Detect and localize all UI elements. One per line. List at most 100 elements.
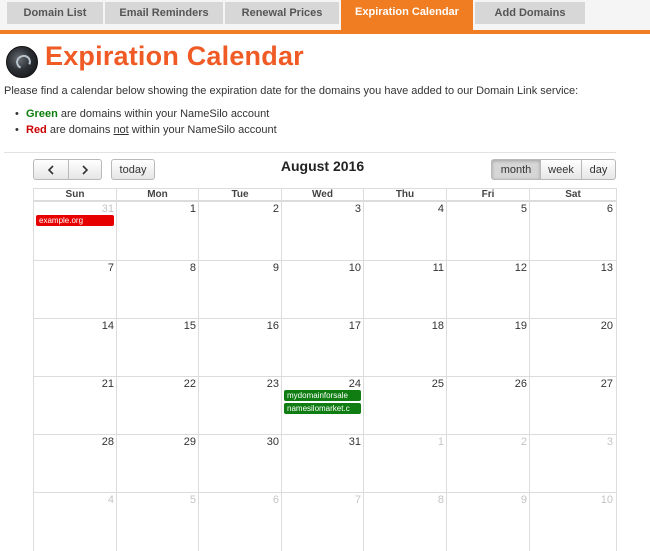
day-cell[interactable]: 31 (33, 201, 117, 261)
day-cell[interactable]: 7 (281, 492, 364, 551)
weekday-header: Fri (446, 188, 530, 201)
day-number: 15 (183, 320, 196, 332)
day-cell[interactable]: 6 (529, 201, 617, 261)
tab-email-reminders[interactable]: Email Reminders (105, 2, 223, 24)
calendar-event[interactable]: mydomainforsale (284, 390, 361, 401)
day-cell[interactable]: 9 (198, 260, 282, 319)
day-number: 2 (520, 436, 527, 448)
day-cell[interactable]: 5 (446, 201, 530, 261)
day-number: 29 (183, 436, 196, 448)
day-cell[interactable]: 30 (198, 434, 282, 493)
day-number: 11 (432, 262, 444, 274)
weekday-header: Sun (33, 188, 117, 201)
legend-red-text-before: are domains (46, 124, 114, 136)
weekday-header: Wed (281, 188, 364, 201)
day-cell[interactable]: 9 (446, 492, 530, 551)
day-cell[interactable]: 11 (363, 260, 447, 319)
day-number: 1 (189, 203, 196, 215)
day-cell[interactable]: 4 (363, 201, 447, 261)
tab-domain-list[interactable]: Domain List (7, 2, 103, 24)
day-cell[interactable]: 8 (116, 260, 199, 319)
day-cell[interactable]: 10 (281, 260, 364, 319)
tab-expiration-calendar[interactable]: Expiration Calendar (341, 0, 473, 30)
week-view-button[interactable]: week (540, 159, 582, 180)
day-cell[interactable]: 12 (446, 260, 530, 319)
day-cell[interactable]: 18 (363, 318, 447, 377)
day-number: 16 (266, 320, 279, 332)
day-number: 17 (348, 320, 361, 332)
day-number: 20 (600, 320, 613, 332)
weekday-header: Thu (363, 188, 447, 201)
day-number: 31 (348, 436, 361, 448)
day-cell[interactable]: 27 (529, 376, 617, 435)
day-number: 2 (272, 203, 279, 215)
day-cell[interactable]: 16 (198, 318, 282, 377)
day-cell[interactable]: 20 (529, 318, 617, 377)
day-number: 19 (514, 320, 527, 332)
legend-red-not: not (113, 124, 129, 136)
day-cell[interactable]: 29 (116, 434, 199, 493)
day-cell[interactable]: 4 (33, 492, 117, 551)
calendar-event[interactable]: namesilomarket.c (284, 403, 361, 414)
divider (4, 152, 616, 153)
day-number: 6 (272, 494, 279, 506)
tab-add-domains[interactable]: Add Domains (475, 2, 585, 24)
nav-tabs: Domain List Email Reminders Renewal Pric… (0, 0, 650, 30)
day-cell[interactable]: 19 (446, 318, 530, 377)
day-cell[interactable]: 23 (198, 376, 282, 435)
day-number: 14 (101, 320, 114, 332)
day-cell[interactable]: 26 (446, 376, 530, 435)
prev-button[interactable] (33, 159, 69, 180)
day-cell[interactable]: 22 (116, 376, 199, 435)
day-number: 25 (431, 378, 444, 390)
day-number: 24 (348, 378, 361, 390)
weekday-header: Sat (529, 188, 617, 201)
day-cell[interactable]: 25 (363, 376, 447, 435)
tabs-underline (0, 30, 650, 34)
day-number: 8 (437, 494, 444, 506)
legend-green: • Green are domains within your NameSilo … (15, 108, 270, 120)
day-cell[interactable]: 3 (281, 201, 364, 261)
globe-icon (6, 46, 38, 78)
legend-green-text: are domains within your NameSilo account (57, 108, 270, 120)
legend-red-label: Red (26, 124, 47, 136)
day-cell[interactable]: 28 (33, 434, 117, 493)
intro-text: Please find a calendar below showing the… (4, 85, 579, 97)
day-number: 5 (520, 203, 527, 215)
calendar-event[interactable]: example.org (36, 215, 114, 226)
day-number: 9 (520, 494, 527, 506)
day-number: 3 (354, 203, 361, 215)
day-number: 13 (600, 262, 613, 274)
day-cell[interactable]: 7 (33, 260, 117, 319)
day-cell[interactable]: 21 (33, 376, 117, 435)
day-cell[interactable]: 15 (116, 318, 199, 377)
day-view-button[interactable]: day (581, 159, 616, 180)
page-title: Expiration Calendar (45, 41, 304, 71)
legend-red: • Red are domains not within your NameSil… (15, 124, 277, 136)
day-cell[interactable]: 2 (198, 201, 282, 261)
bullet-icon: • (15, 108, 19, 120)
day-cell[interactable]: 10 (529, 492, 617, 551)
weekday-header: Tue (198, 188, 282, 201)
day-cell[interactable]: 17 (281, 318, 364, 377)
tab-renewal-prices[interactable]: Renewal Prices (225, 2, 339, 24)
next-button[interactable] (68, 159, 102, 180)
day-cell[interactable]: 31 (281, 434, 364, 493)
day-cell[interactable]: 8 (363, 492, 447, 551)
day-number: 18 (431, 320, 444, 332)
month-view-button[interactable]: month (491, 159, 541, 180)
day-cell[interactable]: 13 (529, 260, 617, 319)
day-cell[interactable]: 1 (116, 201, 199, 261)
day-number: 3 (606, 436, 613, 448)
day-number: 10 (600, 494, 613, 506)
day-cell[interactable]: 14 (33, 318, 117, 377)
day-cell[interactable]: 3 (529, 434, 617, 493)
legend-red-text-after: within your NameSilo account (128, 124, 277, 136)
day-number: 4 (437, 203, 444, 215)
today-button[interactable]: today (111, 159, 155, 180)
day-cell[interactable]: 6 (198, 492, 282, 551)
day-cell[interactable]: 2 (446, 434, 530, 493)
day-cell[interactable]: 5 (116, 492, 199, 551)
day-number: 31 (101, 203, 114, 215)
day-cell[interactable]: 1 (363, 434, 447, 493)
